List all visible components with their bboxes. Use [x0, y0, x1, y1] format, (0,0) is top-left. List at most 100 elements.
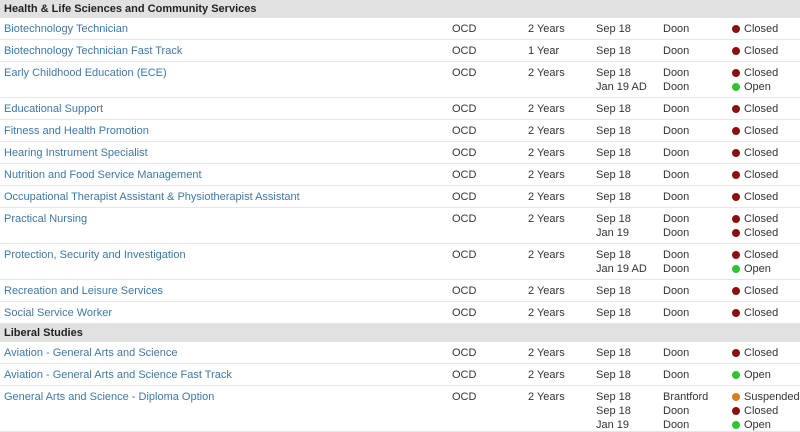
status-cell: Closed [732, 22, 778, 36]
start-date-cell: Sep 18 [596, 102, 631, 116]
campus: Doon [663, 419, 690, 431]
duration-cell: 2 Years [528, 369, 565, 381]
start-date: Sep 18 [596, 391, 631, 403]
credential-cell: OCD [452, 103, 477, 115]
campus-cell: Doon Doon [663, 248, 689, 276]
program-link[interactable]: Hearing Instrument Specialist [4, 147, 148, 159]
program-name-cell: Hearing Instrument Specialist [4, 146, 148, 160]
status-label: Closed [744, 23, 779, 35]
start-date: Sep 18 [596, 147, 631, 159]
program-link[interactable]: Aviation - General Arts and Science [4, 347, 177, 359]
start-date: Sep 18 [596, 169, 631, 181]
start-date-cell: Sep 18 Jan 19 AD [596, 248, 647, 276]
duration-cell: 2 Years [528, 23, 565, 35]
campus: Doon [663, 191, 690, 203]
status-dot-icon [732, 171, 740, 179]
program-link[interactable]: Biotechnology Technician [4, 23, 128, 35]
campus: Doon [663, 213, 690, 225]
campus-cell: Doon [663, 368, 689, 382]
program-link[interactable]: Social Service Worker [4, 307, 112, 319]
program-link[interactable]: Biotechnology Technician Fast Track [4, 45, 182, 57]
campus-cell: Doon [663, 22, 689, 36]
campus-cell: Doon [663, 346, 689, 360]
program-link[interactable]: Aviation - General Arts and Science Fast… [4, 369, 232, 381]
status-cell: Closed [732, 284, 778, 298]
campus-cell: Doon Doon [663, 66, 689, 94]
start-date: Jan 19 AD [596, 81, 647, 93]
campus-cell: Doon [663, 284, 689, 298]
start-date: Sep 18 [596, 23, 631, 35]
duration-cell: 2 Years [528, 147, 565, 159]
credential-cell: OCD [452, 369, 477, 381]
program-link[interactable]: Practical Nursing [4, 213, 87, 225]
program-link[interactable]: Educational Support [4, 103, 103, 115]
status-dot-icon [732, 105, 740, 113]
status-label: Open [744, 81, 771, 93]
start-date-cell: Sep 18 Jan 19 AD [596, 66, 647, 94]
start-date: Sep 18 [596, 191, 631, 203]
program-name-cell: Nutrition and Food Service Management [4, 168, 202, 182]
table-row: Aviation - General Arts and Science Fast… [0, 364, 800, 386]
program-name-cell: Aviation - General Arts and Science Fast… [4, 368, 232, 382]
campus: Doon [663, 249, 690, 261]
credential-cell: OCD [452, 347, 477, 359]
status-indicator: Closed [732, 346, 778, 360]
start-date: Sep 18 [596, 347, 631, 359]
status-cell: Closed [732, 44, 778, 58]
status-indicator: Closed [732, 168, 778, 182]
program-name-cell: Recreation and Leisure Services [4, 284, 163, 298]
start-date: Sep 18 [596, 213, 631, 225]
status-cell: Closed [732, 146, 778, 160]
table-row: Biotechnology Technician OCD 2 Years Sep 18… [0, 18, 800, 40]
program-name-cell: Early Childhood Education (ECE) [4, 66, 167, 80]
status-indicator: Closed [732, 66, 778, 80]
program-link[interactable]: General Arts and Science - Diploma Optio… [4, 391, 214, 403]
start-date-cell: Sep 18 [596, 346, 631, 360]
status-indicator: Open [732, 418, 800, 432]
credential-cell: OCD [452, 125, 477, 137]
campus: Doon [663, 227, 690, 239]
status-label: Closed [744, 147, 779, 159]
start-date: Jan 19 [596, 227, 630, 239]
status-cell: Closed [732, 346, 778, 360]
campus-cell: Doon [663, 190, 689, 204]
campus: Doon [663, 45, 690, 57]
table-row: Social Service Worker OCD 2 Years Sep 18 Doo… [0, 302, 800, 324]
program-link[interactable]: Fitness and Health Promotion [4, 125, 149, 137]
start-date-cell: Sep 18 [596, 124, 631, 138]
program-link[interactable]: Nutrition and Food Service Management [4, 169, 202, 181]
section-header: Liberal Studies [0, 324, 800, 342]
status-label: Closed [744, 285, 779, 297]
status-indicator: Closed [732, 124, 778, 138]
status-label: Open [744, 263, 771, 275]
status-label: Closed [744, 213, 779, 225]
program-link[interactable]: Protection, Security and Investigation [4, 249, 186, 261]
program-link[interactable]: Recreation and Leisure Services [4, 285, 163, 297]
status-label: Suspended [744, 391, 800, 403]
campus-cell: Doon [663, 146, 689, 160]
table-row: Occupational Therapist Assistant & Physi… [0, 186, 800, 208]
start-date-cell: Sep 18 [596, 22, 631, 36]
credential-cell: OCD [452, 169, 477, 181]
campus: Doon [663, 81, 690, 93]
campus-cell: Doon Doon [663, 212, 689, 240]
campus: Doon [663, 307, 690, 319]
status-cell: Open [732, 368, 771, 382]
status-indicator: Closed [732, 102, 778, 116]
status-cell: Closed Closed [732, 212, 778, 240]
start-date: Jan 19 [596, 419, 630, 431]
status-indicator: Closed [732, 22, 778, 36]
program-link[interactable]: Early Childhood Education (ECE) [4, 67, 167, 79]
program-name-cell: Fitness and Health Promotion [4, 124, 149, 138]
duration-cell: 2 Years [528, 391, 565, 403]
start-date-cell: Sep 18 [596, 284, 631, 298]
status-dot-icon [732, 127, 740, 135]
status-dot-icon [732, 371, 740, 379]
table-row: Nutrition and Food Service Management OCD… [0, 164, 800, 186]
program-name-cell: Occupational Therapist Assistant & Physi… [4, 190, 300, 204]
program-link[interactable]: Occupational Therapist Assistant & Physi… [4, 191, 300, 203]
status-indicator: Closed [732, 190, 778, 204]
status-indicator: Open [732, 80, 778, 94]
start-date-cell: Sep 18 [596, 190, 631, 204]
campus-cell: Doon [663, 124, 689, 138]
